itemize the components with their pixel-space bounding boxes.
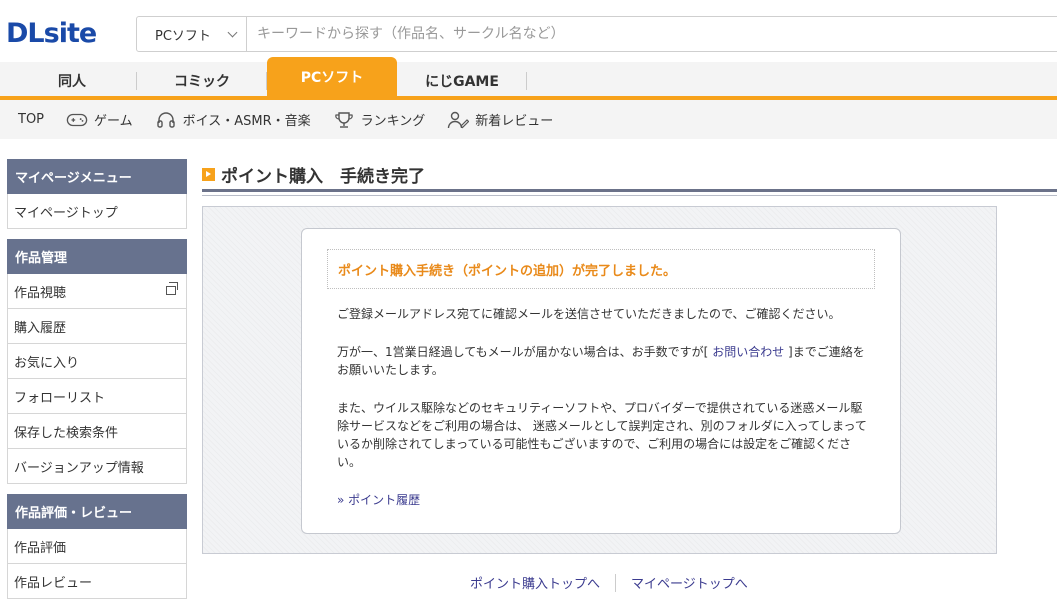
category-tabs: 同人 コミック PCソフト にじGAME (0, 57, 1057, 100)
contact-text: 万が一、1営業日経過してもメールが届かない場合は、お手数ですが[ お問い合わせ … (337, 343, 867, 379)
contact-text-a: 万が一、1営業日経過してもメールが届かない場合は、お手数ですが[ (337, 345, 713, 359)
subnav-reviews-label: 新着レビュー (475, 114, 554, 129)
sidebar-item-follow-list[interactable]: フォローリスト (7, 379, 187, 414)
sidebar-item-favorites[interactable]: お気に入り (7, 344, 187, 379)
search-bar: PCソフト (136, 16, 1057, 52)
subnav-ranking-label: ランキング (360, 114, 426, 129)
sidebar-item-saved-search[interactable]: 保存した検索条件 (7, 414, 187, 449)
content-panel: ポイント購入手続き（ポイントの追加）が完了しました。 ご登録メールアドレス宛てに… (202, 206, 997, 554)
subnav-top-label: TOP (18, 112, 45, 127)
trophy-icon (333, 111, 355, 129)
search-input[interactable] (247, 17, 1057, 51)
completion-message: ポイント購入手続き（ポイントの追加）が完了しました。 (327, 249, 875, 289)
site-header: DLsite PCソフト (0, 0, 1057, 62)
sidebar-header-works: 作品管理 (7, 239, 187, 274)
point-purchase-top-link[interactable]: ポイント購入トップへ (470, 573, 600, 592)
headphones-icon (155, 111, 177, 129)
subnav-voice[interactable]: ボイス・ASMR・音楽 (155, 110, 311, 129)
sidebar-item-reviews[interactable]: 作品レビュー (7, 564, 187, 599)
mypage-top-link[interactable]: マイページトップへ (631, 573, 748, 592)
confirmation-text: ご登録メールアドレス宛てに確認メールを送信させていただきましたので、ご確認くださ… (337, 307, 841, 321)
subnav-reviews[interactable]: 新着レビュー (447, 110, 553, 129)
sidebar-item-purchase-history[interactable]: 購入履歴 (7, 309, 187, 344)
sidebar-item-play[interactable]: 作品視聴 (7, 274, 187, 309)
chevron-down-icon (227, 27, 238, 38)
dlsite-logo[interactable]: DLsite (6, 18, 97, 49)
user-pen-icon (447, 111, 470, 129)
gamepad-icon (66, 111, 88, 129)
sub-nav: TOP ゲーム ボイス・ASMR・音楽 ランキング 新着レビュー (0, 100, 1057, 139)
sidebar-header-reviews: 作品評価・レビュー (7, 494, 187, 529)
tab-comic[interactable]: コミック (137, 66, 267, 96)
sidebar-header-mypage: マイページメニュー (7, 159, 187, 194)
sidebar-item-version-up[interactable]: バージョンアップ情報 (7, 449, 187, 484)
search-category-select[interactable]: PCソフト (137, 17, 247, 51)
sidebar-item-play-label: 作品視聴 (14, 285, 67, 301)
external-window-icon (166, 282, 178, 295)
page-title: ポイント購入 手続き完了 (202, 160, 1057, 192)
spam-warning-text: また、ウイルス駆除などのセキュリティーソフトや、プロバイダーで提供されている迷惑… (337, 401, 867, 469)
sidebar-item-ratings[interactable]: 作品評価 (7, 529, 187, 564)
mypage-sidebar: マイページメニュー マイページトップ 作品管理 作品視聴 購入履歴 お気に入り … (7, 159, 187, 599)
contact-link[interactable]: お問い合わせ (712, 345, 784, 359)
bottom-links: ポイント購入トップへ マイページトップへ (470, 573, 748, 592)
completion-card: ポイント購入手続き（ポイントの追加）が完了しました。 ご登録メールアドレス宛てに… (301, 228, 901, 534)
subnav-voice-label: ボイス・ASMR・音楽 (182, 114, 311, 129)
subnav-top[interactable]: TOP (18, 112, 44, 127)
page-title-text: ポイント購入 手続き完了 (221, 167, 425, 187)
point-history-link[interactable]: » ポイント履歴 (337, 491, 420, 508)
sidebar-item-mypage-top[interactable]: マイページトップ (7, 194, 187, 229)
tab-pc-soft[interactable]: PCソフト (267, 57, 397, 96)
subnav-game-label: ゲーム (94, 114, 133, 129)
title-underline (202, 195, 1057, 196)
tab-niji-game[interactable]: にじGAME (397, 66, 527, 96)
subnav-ranking[interactable]: ランキング (333, 110, 426, 129)
subnav-game[interactable]: ゲーム (66, 110, 133, 129)
tab-doujin[interactable]: 同人 (7, 66, 137, 96)
search-category-label: PCソフト (155, 28, 211, 44)
link-divider (615, 573, 617, 592)
play-marker-icon (202, 168, 215, 181)
